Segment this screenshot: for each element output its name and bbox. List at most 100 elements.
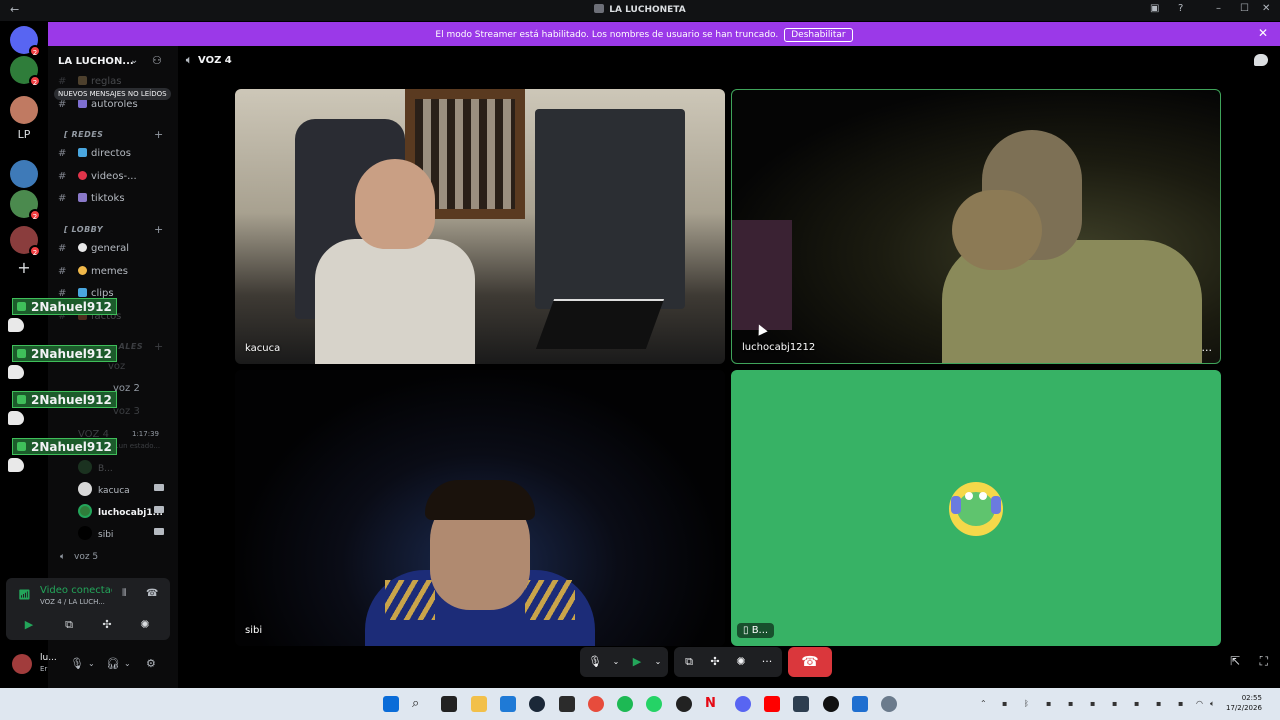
popout-icon[interactable]: ⇱ (1230, 654, 1240, 668)
tray-app-icon[interactable]: ▪ (1178, 699, 1183, 708)
tray-app-icon[interactable]: ▪ (1156, 699, 1161, 708)
help-icon[interactable]: ? (1178, 3, 1183, 14)
camera-icon[interactable]: ▶ (628, 653, 646, 671)
category-redes[interactable]: [ REDES (64, 130, 103, 139)
notepad-icon[interactable] (852, 696, 868, 712)
file-explorer-icon[interactable] (471, 696, 487, 712)
fullscreen-icon[interactable]: ⛶ (1260, 654, 1268, 669)
store-icon[interactable] (500, 696, 516, 712)
unread-messages-banner[interactable]: NUEVOS MENSAJES NO LEÍDOS (54, 88, 171, 100)
voice-channel-voz-3[interactable]: voz 3 (113, 406, 140, 417)
server-icon-3[interactable] (10, 160, 38, 188)
video-tile-luchocabj1212[interactable]: luchocabj1212 ··· (731, 89, 1221, 364)
channel-memes[interactable]: # memes (58, 266, 128, 277)
activities-icon[interactable]: ✣ (706, 653, 724, 671)
whatsapp-icon[interactable] (646, 696, 662, 712)
tray-app-icon[interactable]: ▪ (1068, 699, 1073, 708)
chevron-down-icon[interactable]: ⌄ (130, 55, 138, 66)
voice-user-luchocabj[interactable]: luchocabj1... (78, 504, 164, 518)
gear-icon[interactable]: ⚙ (146, 657, 156, 670)
banner-close-icon[interactable]: ✕ (1258, 26, 1268, 40)
microphone-icon[interactable]: 🎙︎ (586, 653, 604, 671)
app-icon[interactable] (793, 696, 809, 712)
settings-icon[interactable] (881, 696, 897, 712)
noise-suppression-icon[interactable]: ⦀ (122, 588, 126, 599)
chevron-down-icon[interactable]: ⌄ (124, 659, 131, 668)
voice-user-sibi[interactable]: sibi (78, 526, 164, 540)
screen-share-icon[interactable]: ⧉ (680, 653, 698, 671)
epic-games-icon[interactable] (559, 696, 575, 712)
chevron-down-icon[interactable]: ⌄ (654, 653, 662, 671)
chevron-down-icon[interactable]: ⌄ (612, 653, 620, 671)
add-server-icon[interactable]: + (10, 258, 38, 278)
volume-icon[interactable]: 🔈︎ (1210, 699, 1215, 709)
channel-videos[interactable]: # videos-... (58, 171, 137, 182)
close-window-button[interactable]: ✕ (1262, 3, 1270, 14)
user-name[interactable]: lu... (40, 653, 57, 663)
spotify-icon[interactable] (617, 696, 633, 712)
netflix-icon[interactable]: N (705, 696, 721, 712)
start-icon[interactable] (383, 696, 399, 712)
video-tile-sibi[interactable]: sibi (235, 370, 725, 646)
video-tile-kacuca[interactable]: kacuca (235, 89, 725, 364)
tray-app-icon[interactable]: ▪ (1002, 699, 1007, 708)
headphones-icon[interactable]: 🎧︎ (106, 657, 120, 670)
hang-up-button[interactable]: ☎ (788, 647, 832, 677)
signal-icon[interactable]: 📶︎ (18, 590, 31, 601)
server-name[interactable]: LA LUCHON... (58, 56, 134, 67)
tray-chevron-icon[interactable]: ⌃ (980, 699, 987, 708)
minimize-button[interactable]: – (1216, 3, 1221, 14)
steam-icon[interactable] (529, 696, 545, 712)
chatgpt-icon[interactable] (676, 696, 692, 712)
task-view-icon[interactable] (441, 696, 457, 712)
voice-connected-subtitle[interactable]: VOZ 4 / LA LUCH... (40, 598, 105, 606)
search-icon[interactable]: ⌕ (412, 696, 428, 712)
invite-icon[interactable]: ⚇ (152, 54, 162, 67)
server-lp[interactable]: LP (10, 128, 38, 148)
channel-reglas[interactable]: # reglas (58, 76, 122, 87)
soundboard-icon[interactable]: ✺ (732, 653, 750, 671)
add-channel-icon[interactable]: + (154, 340, 163, 353)
add-channel-icon[interactable]: + (154, 128, 163, 141)
channel-directos[interactable]: # directos (58, 148, 131, 159)
voice-channel-voz-2[interactable]: voz 2 (113, 383, 140, 394)
bluetooth-icon[interactable]: ᛒ (1024, 699, 1029, 708)
more-options-icon[interactable]: ··· (1202, 344, 1213, 357)
server-icon-4[interactable]: 2 (10, 190, 41, 221)
voice-connected-title[interactable]: Video conectad (40, 585, 112, 596)
screen-share-icon[interactable]: ⧉ (62, 618, 76, 632)
tray-app-icon[interactable]: ▪ (1046, 699, 1051, 708)
server-icon-2[interactable] (10, 96, 38, 124)
category-lobby[interactable]: [ LOBBY (64, 225, 103, 234)
inbox-icon[interactable]: ▣ (1150, 3, 1159, 14)
chrome-icon[interactable] (588, 696, 604, 712)
activities-icon[interactable]: ✣ (100, 618, 114, 632)
chevron-down-icon[interactable]: ⌄ (88, 659, 95, 668)
tray-app-icon[interactable]: ▪ (1112, 699, 1117, 708)
channel-tiktoks[interactable]: # tiktoks (58, 193, 125, 204)
microphone-icon[interactable]: 🎙︎ (70, 657, 84, 670)
maximize-button[interactable]: ☐ (1240, 3, 1249, 14)
soundboard-icon[interactable]: ✺ (138, 618, 152, 632)
server-icon-1[interactable]: 2 (10, 56, 41, 87)
system-clock[interactable]: 02:55 17/2/2026 (1226, 693, 1262, 713)
obs-icon[interactable] (823, 696, 839, 712)
home-discord-icon[interactable]: 2 (10, 26, 41, 57)
disable-streamer-button[interactable]: Deshabilitar (784, 28, 853, 42)
channel-autoroles[interactable]: # autoroles (58, 99, 138, 110)
tray-app-icon[interactable]: ▪ (1134, 699, 1139, 708)
voice-channel-voz-5[interactable]: 🔈︎ voz 5 (60, 552, 98, 562)
voice-user-kacuca[interactable]: kacuca (78, 482, 164, 496)
channel-general[interactable]: # general (58, 243, 129, 254)
more-options-icon[interactable]: ··· (758, 653, 776, 671)
server-icon-5[interactable]: 2 (10, 226, 41, 257)
add-channel-icon[interactable]: + (154, 223, 163, 236)
tray-app-icon[interactable]: ▪ (1090, 699, 1095, 708)
video-tile-avatar[interactable]: ▯ B... (731, 370, 1221, 646)
camera-toggle-icon[interactable]: ▶ (22, 618, 36, 632)
youtube-icon[interactable] (764, 696, 780, 712)
wifi-icon[interactable]: ◠ (1196, 699, 1203, 708)
disconnect-icon[interactable]: ☎ (146, 588, 158, 599)
chat-bubble-icon[interactable] (1254, 54, 1268, 66)
avatar[interactable] (12, 654, 32, 674)
